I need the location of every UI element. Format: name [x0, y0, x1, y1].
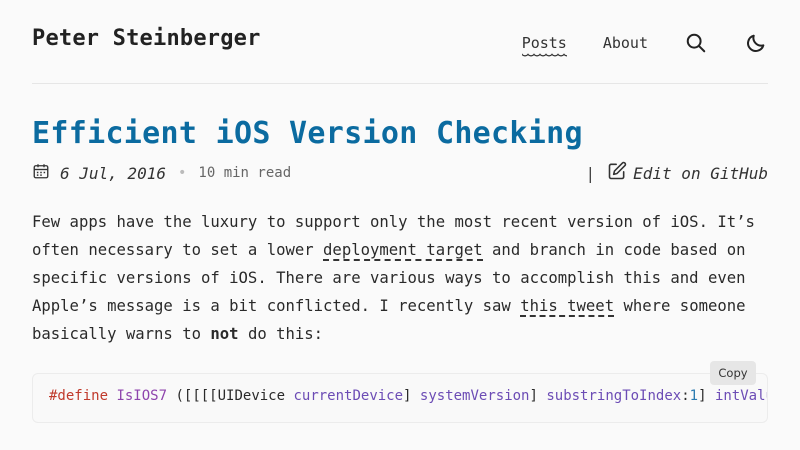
code-token: ]	[698, 388, 715, 404]
read-time: 10 min read	[198, 165, 292, 181]
code-token-macro: IsIOS7	[108, 388, 168, 404]
tweet-link[interactable]: this tweet	[520, 297, 615, 317]
main-nav: Posts About	[486, 28, 768, 59]
code-token: ]	[529, 388, 547, 404]
search-icon[interactable]	[684, 31, 708, 55]
code-token-method: intValue	[714, 388, 767, 404]
code-line: #define IsIOS7 ([[[[UIDevice currentDevi…	[49, 388, 767, 404]
nav-about[interactable]: About	[603, 34, 648, 52]
code-token: ]	[403, 388, 420, 404]
meta-divider: |	[585, 163, 596, 183]
code-token-number: 1	[689, 388, 699, 404]
code-token-method: substringToIndex	[546, 388, 682, 404]
emphasis-not: not	[210, 325, 239, 343]
post-title: Efficient iOS Version Checking	[32, 116, 583, 151]
copy-code-button[interactable]: Copy	[710, 361, 756, 385]
calendar-icon	[32, 162, 50, 184]
deployment-target-link[interactable]: deployment target	[323, 241, 483, 261]
code-token: :	[681, 388, 690, 404]
code-token-method: currentDevice	[293, 388, 404, 404]
edit-on-github-link[interactable]: Edit on GitHub	[607, 161, 768, 185]
code-token-method: systemVersion	[419, 388, 530, 404]
edit-on-github-label: Edit on GitHub	[633, 163, 768, 183]
meta-separator: •	[177, 165, 187, 181]
code-token: ([[[[UIDevice	[167, 388, 294, 404]
nav-posts[interactable]: Posts	[521, 34, 568, 59]
edit-icon	[607, 161, 627, 185]
code-token-define: #define	[49, 388, 109, 404]
site-header: Peter Steinberger Posts About	[32, 0, 768, 84]
post-intro-paragraph: Few apps have the luxury to support only…	[32, 208, 772, 348]
site-title[interactable]: Peter Steinberger	[32, 26, 261, 51]
code-block[interactable]: #define IsIOS7 ([[[[UIDevice currentDevi…	[32, 373, 768, 423]
moon-icon[interactable]	[744, 31, 768, 55]
paragraph-text: do this:	[238, 325, 324, 343]
post-date: 6 Jul, 2016	[60, 163, 166, 183]
post-meta: 6 Jul, 2016 • 10 min read | Edit on GitH…	[32, 161, 768, 185]
